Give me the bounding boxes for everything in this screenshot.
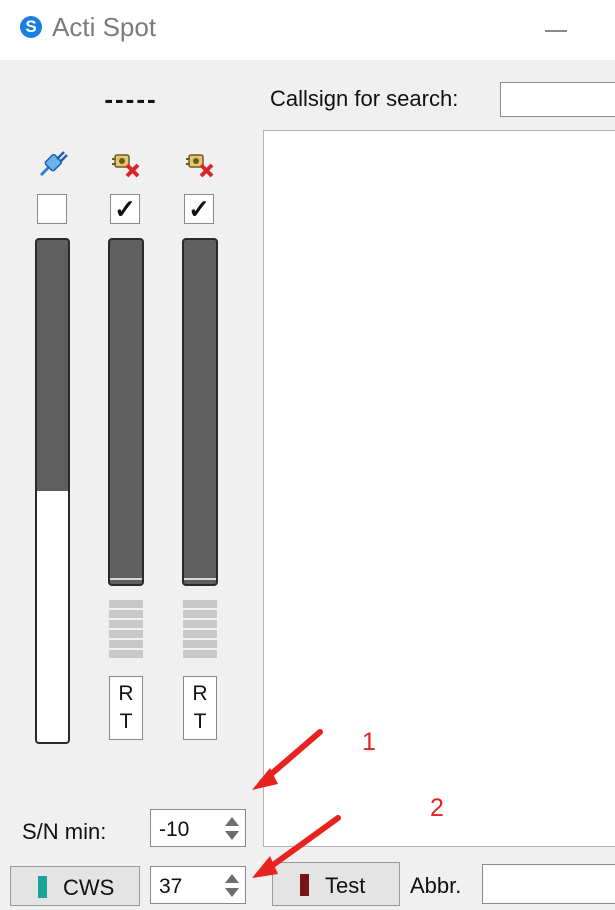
cws-indicator-icon	[38, 876, 47, 898]
spin-arrows-icon[interactable]	[223, 815, 241, 843]
cws-spin-value: 37	[159, 875, 183, 898]
channel-1-checkbox[interactable]	[37, 194, 67, 224]
annotation-label-1: 1	[362, 728, 376, 756]
channel-2-checkbox[interactable]: ✓	[110, 194, 140, 224]
rt-t-label: T	[193, 710, 207, 733]
annotation-label-2: 2	[430, 794, 444, 822]
channel-2-level-meter	[108, 238, 144, 586]
annotation-arrows	[252, 729, 341, 878]
plug-icon	[39, 151, 68, 177]
channel-3-level-meter	[182, 238, 218, 586]
channel-1-level-meter	[35, 238, 70, 744]
annotation-arrowhead-2	[252, 856, 278, 878]
window-title: Acti Spot	[52, 12, 157, 42]
channel-3-checkbox[interactable]: ✓	[184, 194, 214, 224]
rt-r-label: R	[118, 682, 134, 705]
rt-t-label: T	[119, 710, 133, 733]
channel-2-segment-meter	[109, 600, 143, 660]
status-dashes: -----	[104, 84, 158, 114]
minimize-button[interactable]	[545, 30, 567, 32]
sn-min-spinbox[interactable]: -10	[150, 809, 246, 847]
title-bar: S Acti Spot	[0, 0, 615, 58]
cws-spinbox[interactable]: 37	[150, 866, 246, 904]
rt-r-label: R	[192, 682, 208, 705]
sn-min-value: -10	[159, 818, 190, 841]
abbr-input[interactable]	[482, 864, 615, 904]
app-logo-icon: S	[20, 16, 42, 38]
spin-arrows-icon[interactable]	[223, 872, 241, 900]
callsign-search-label: Callsign for search:	[270, 86, 459, 111]
annotation-arrow-2	[263, 815, 341, 873]
sn-min-label: S/N min:	[22, 819, 107, 844]
callsign-search-input[interactable]	[500, 82, 615, 117]
cws-button-label: CWS	[63, 875, 115, 900]
channel-2-rt-button[interactable]: R T	[109, 676, 143, 740]
channel-3-segment-meter	[183, 600, 217, 660]
abbr-label: Abbr.	[410, 873, 462, 898]
cws-button[interactable]: CWS	[10, 866, 140, 906]
channel-3-rt-button[interactable]: R T	[183, 676, 217, 740]
disconnected-receiver-icon	[112, 154, 140, 178]
disconnected-receiver-icon	[186, 154, 214, 178]
